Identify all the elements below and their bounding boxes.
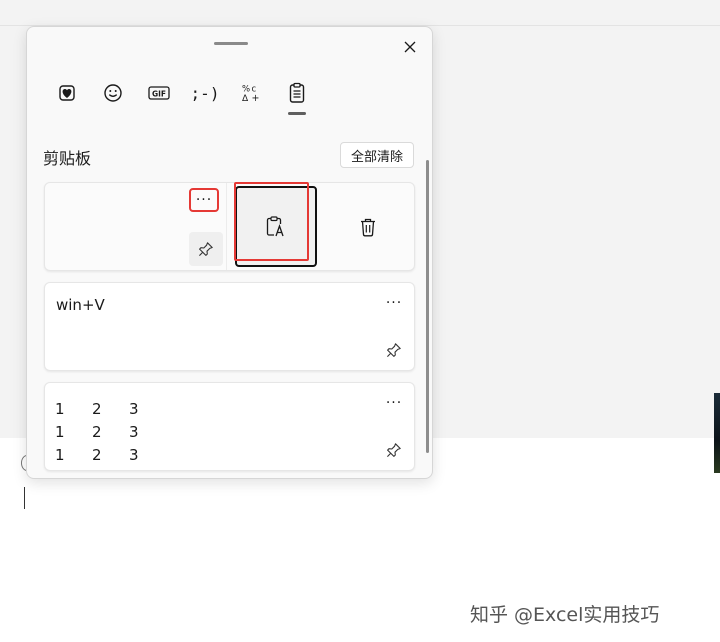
smiley-icon (104, 84, 122, 102)
tab-clipboard[interactable] (279, 77, 315, 115)
watermark: 知乎 @Excel实用技巧 (470, 604, 660, 626)
more-options-button[interactable]: ··· (381, 393, 407, 413)
table-row: 1 2 3 (55, 397, 166, 420)
kaomoji-icon: ;-) (190, 83, 220, 103)
close-icon (404, 41, 416, 53)
clipboard-icon (289, 82, 305, 103)
more-options-button[interactable]: ··· (381, 293, 407, 313)
side-thumbnail (714, 393, 720, 473)
table-cell: 3 (129, 422, 139, 441)
close-button[interactable] (398, 35, 422, 59)
table-cell: 3 (129, 445, 139, 464)
delete-button[interactable] (327, 186, 409, 267)
scrollbar[interactable] (426, 160, 429, 453)
pin-icon (387, 443, 401, 457)
clear-all-button[interactable]: 全部清除 (340, 142, 414, 168)
tab-emoji[interactable] (95, 77, 131, 109)
more-options-button[interactable]: ··· (189, 188, 219, 212)
pin-button[interactable] (379, 435, 409, 465)
clipboard-item-table: 1 2 3 1 2 3 1 2 3 (55, 397, 166, 466)
clipboard-item[interactable]: 1 2 3 1 2 3 1 2 3 ··· (44, 382, 415, 471)
table-cell: 1 (55, 399, 65, 418)
pin-icon (387, 343, 401, 357)
table-row: 1 2 3 (55, 443, 166, 466)
table-cell: 2 (92, 399, 102, 418)
svg-text:%: % (242, 85, 250, 95)
table-cell: 2 (92, 422, 102, 441)
pin-icon (199, 242, 213, 256)
heart-sticker-icon (59, 85, 75, 101)
pin-button[interactable] (379, 335, 409, 365)
tab-symbols[interactable]: % c Δ + (233, 77, 269, 109)
card-divider (226, 183, 227, 270)
clipboard-item[interactable]: win+V ··· (44, 282, 415, 371)
gif-text: GIF (152, 90, 166, 99)
clipboard-item[interactable]: ··· (44, 182, 415, 271)
svg-text:+: + (252, 93, 260, 103)
pin-button[interactable] (189, 232, 223, 266)
drag-handle[interactable] (214, 42, 248, 45)
text-cursor (24, 487, 25, 509)
tab-gif[interactable]: GIF (141, 77, 177, 109)
svg-text:Δ: Δ (242, 94, 249, 103)
trash-icon (361, 218, 375, 236)
clipboard-panel: GIF ;-) % c Δ + 剪贴板 全部清除 ··· win+V ··· 1… (26, 26, 433, 479)
active-tab-indicator (288, 112, 306, 115)
table-cell: 2 (92, 445, 102, 464)
tab-favorites[interactable] (49, 77, 85, 109)
document-top-text: · · · · · (26, 0, 63, 6)
tab-kaomoji[interactable]: ;-) (187, 77, 223, 109)
paste-text-icon (266, 215, 284, 236)
table-cell: 1 (55, 422, 65, 441)
table-cell: 3 (129, 399, 139, 418)
symbols-icon: % c Δ + (242, 85, 260, 104)
section-title: 剪贴板 (43, 149, 92, 168)
table-cell: 1 (55, 445, 65, 464)
clipboard-item-text: win+V (56, 296, 105, 314)
table-row: 1 2 3 (55, 420, 166, 443)
paste-as-text-button[interactable] (235, 186, 317, 267)
gif-icon: GIF (148, 86, 170, 100)
